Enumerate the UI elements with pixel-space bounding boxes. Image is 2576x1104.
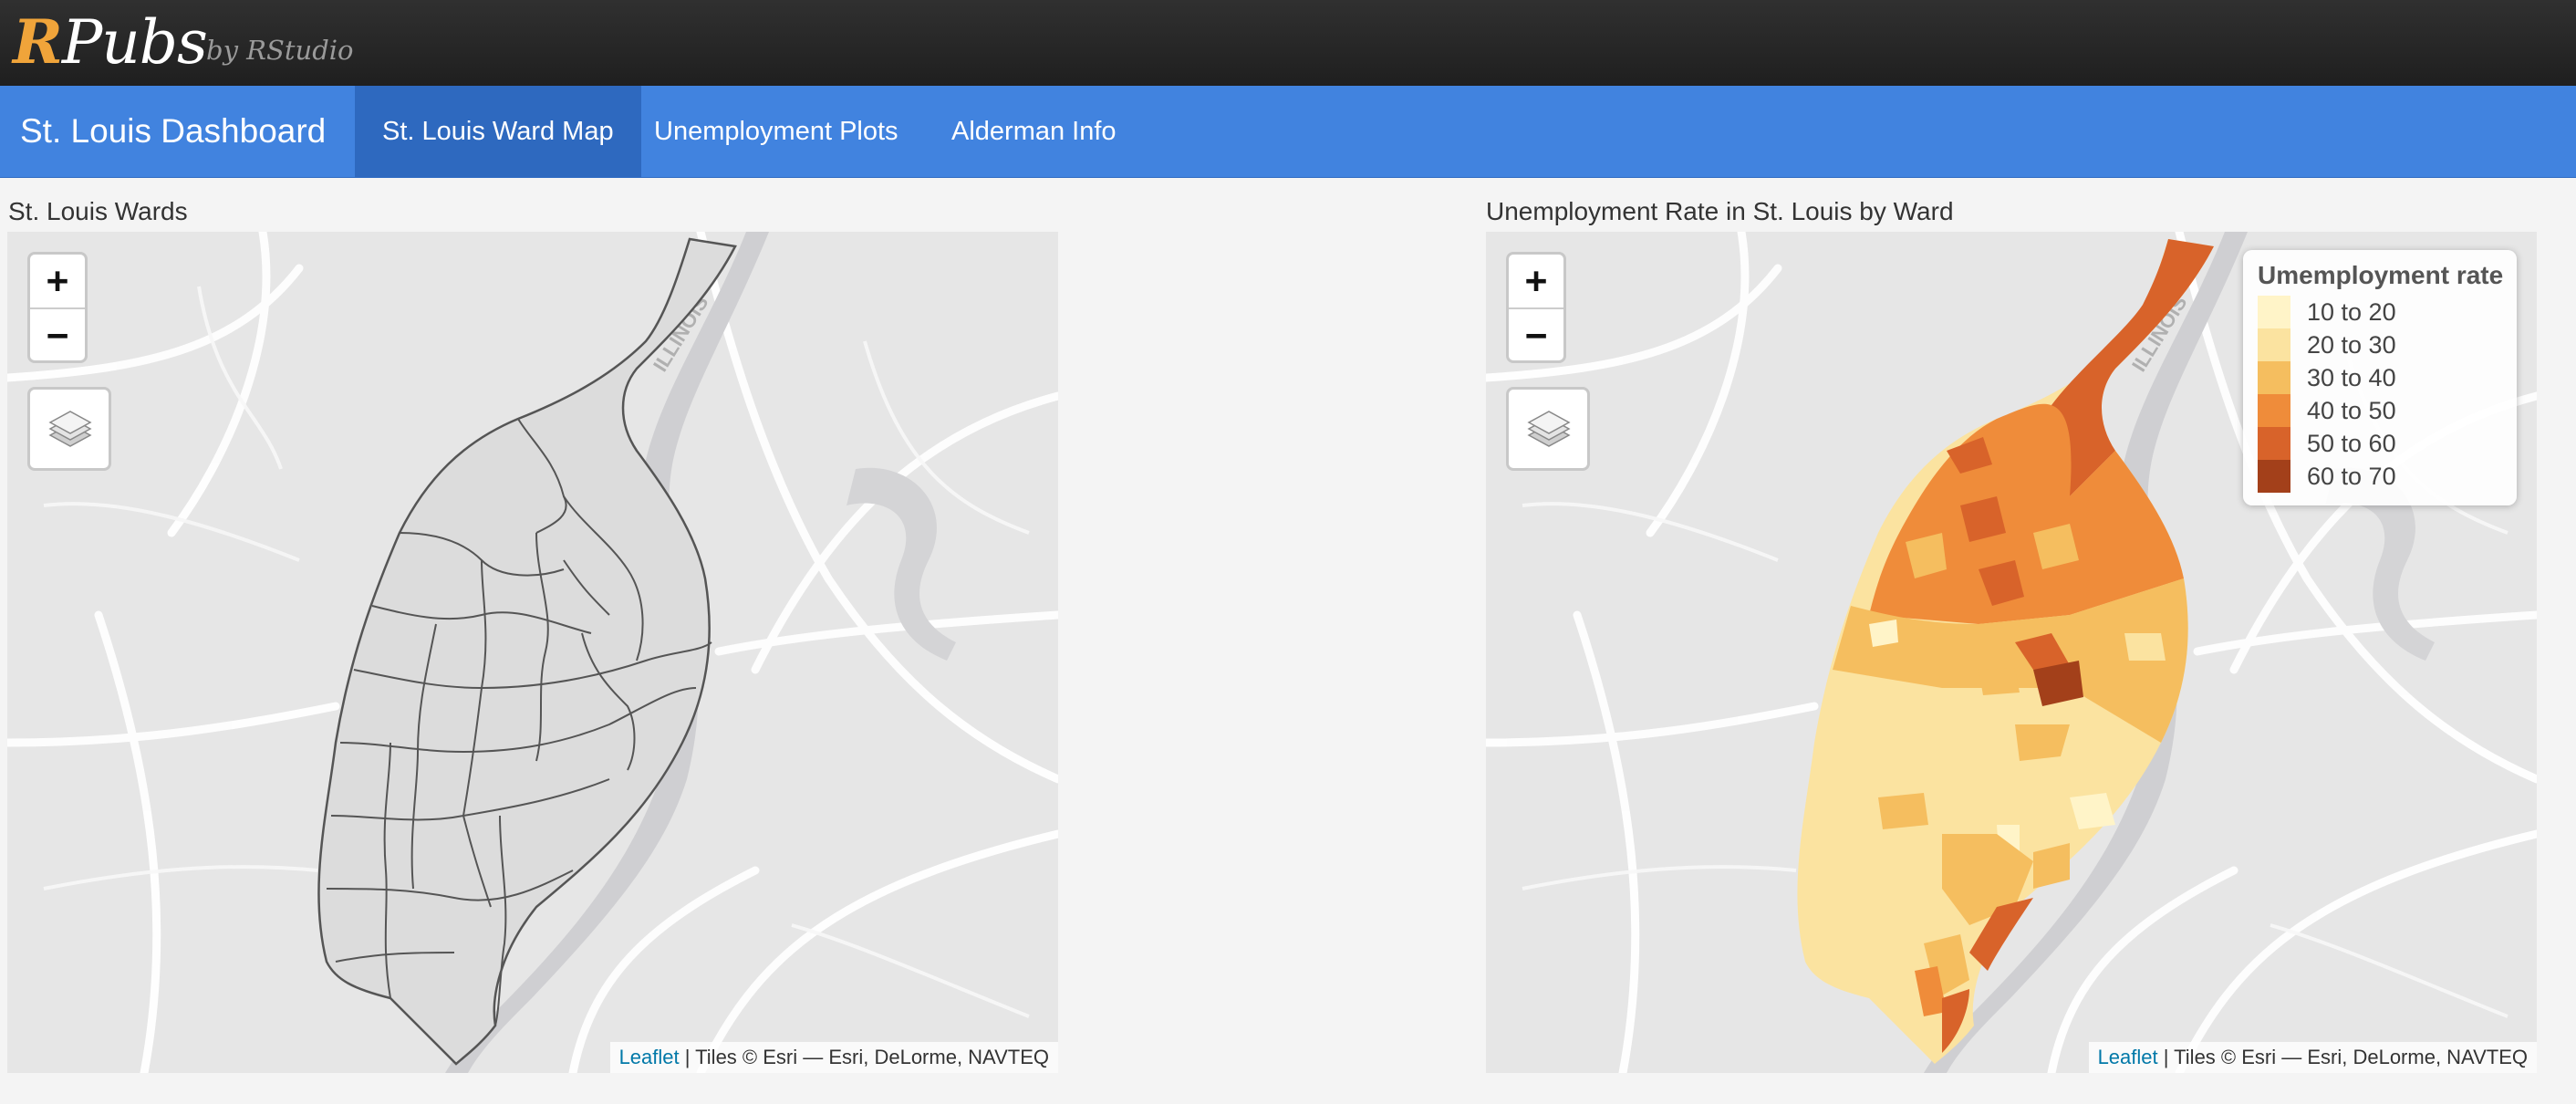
zoom-in-button[interactable]: + <box>1509 255 1563 309</box>
legend-label: 20 to 30 <box>2307 331 2396 359</box>
legend-title: Umemployment rate <box>2258 261 2504 289</box>
zoom-control: + − <box>27 252 88 363</box>
unemployment-legend: Umemployment rate 10 to 20 20 to 30 30 t… <box>2243 250 2517 505</box>
legend-swatch <box>2258 427 2290 460</box>
legend-swatch <box>2258 394 2290 427</box>
tab-alderman-info[interactable]: Alderman Info <box>924 86 1144 177</box>
legend-label: 10 to 20 <box>2307 298 2396 326</box>
logo-text: Pubs <box>61 7 208 78</box>
legend-label: 60 to 70 <box>2307 463 2396 490</box>
tab-unemployment-plots[interactable]: Unemployment Plots <box>627 86 926 177</box>
legend-label: 40 to 50 <box>2307 397 2396 424</box>
map-attribution: Leaflet | Tiles © Esri — Esri, DeLorme, … <box>2088 1042 2537 1073</box>
zoom-out-button[interactable]: − <box>30 309 85 362</box>
legend-label: 50 to 60 <box>2307 430 2396 457</box>
zoom-in-button[interactable]: + <box>30 255 85 309</box>
logo-r: R <box>13 6 63 78</box>
legend-item: 60 to 70 <box>2258 460 2502 493</box>
layers-button[interactable] <box>27 387 111 471</box>
rpubs-logo[interactable]: RPubs <box>13 5 208 79</box>
basemap-tiles: ILLINOIS <box>7 232 1058 1073</box>
legend-item: 30 to 40 <box>2258 361 2502 394</box>
legend-item: 50 to 60 <box>2258 427 2502 460</box>
legend-swatch <box>2258 296 2290 328</box>
layers-icon <box>1527 411 1571 447</box>
dashboard-brand[interactable]: St. Louis Dashboard <box>20 86 326 177</box>
right-panel-title: Unemployment Rate in St. Louis by Ward <box>1486 197 1954 225</box>
tiles-credit: | Tiles © Esri — Esri, DeLorme, NAVTEQ <box>679 1046 1049 1068</box>
byline: by RStudio <box>206 35 354 66</box>
rpubs-header: RPubs by RStudio <box>0 0 2576 87</box>
leaflet-link[interactable]: Leaflet <box>2098 1046 2158 1068</box>
dashboard-navbar: St. Louis Dashboard St. Louis Ward Map U… <box>0 86 2576 178</box>
legend-swatch <box>2258 460 2290 493</box>
tab-ward-map[interactable]: St. Louis Ward Map <box>355 86 641 177</box>
unemployment-map[interactable]: ILLINOIS + − Umemployment rate 10 to 20 … <box>1486 232 2537 1073</box>
layers-icon <box>48 411 92 447</box>
leaflet-link[interactable]: Leaflet <box>619 1046 680 1068</box>
map-attribution: Leaflet | Tiles © Esri — Esri, DeLorme, … <box>609 1042 1058 1073</box>
legend-swatch <box>2258 361 2290 394</box>
legend-swatch <box>2258 328 2290 361</box>
legend-item: 20 to 30 <box>2258 328 2502 361</box>
ward-map[interactable]: ILLINOIS + − Leaflet | Tiles © Esri — Es… <box>7 232 1058 1073</box>
legend-label: 30 to 40 <box>2307 364 2396 391</box>
layers-button[interactable] <box>1506 387 1590 471</box>
zoom-out-button[interactable]: − <box>1509 309 1563 362</box>
legend-item: 40 to 50 <box>2258 394 2502 427</box>
zoom-control: + − <box>1506 252 1566 363</box>
legend-item: 10 to 20 <box>2258 296 2502 328</box>
left-panel-title: St. Louis Wards <box>8 197 188 225</box>
tiles-credit: | Tiles © Esri — Esri, DeLorme, NAVTEQ <box>2157 1046 2528 1068</box>
